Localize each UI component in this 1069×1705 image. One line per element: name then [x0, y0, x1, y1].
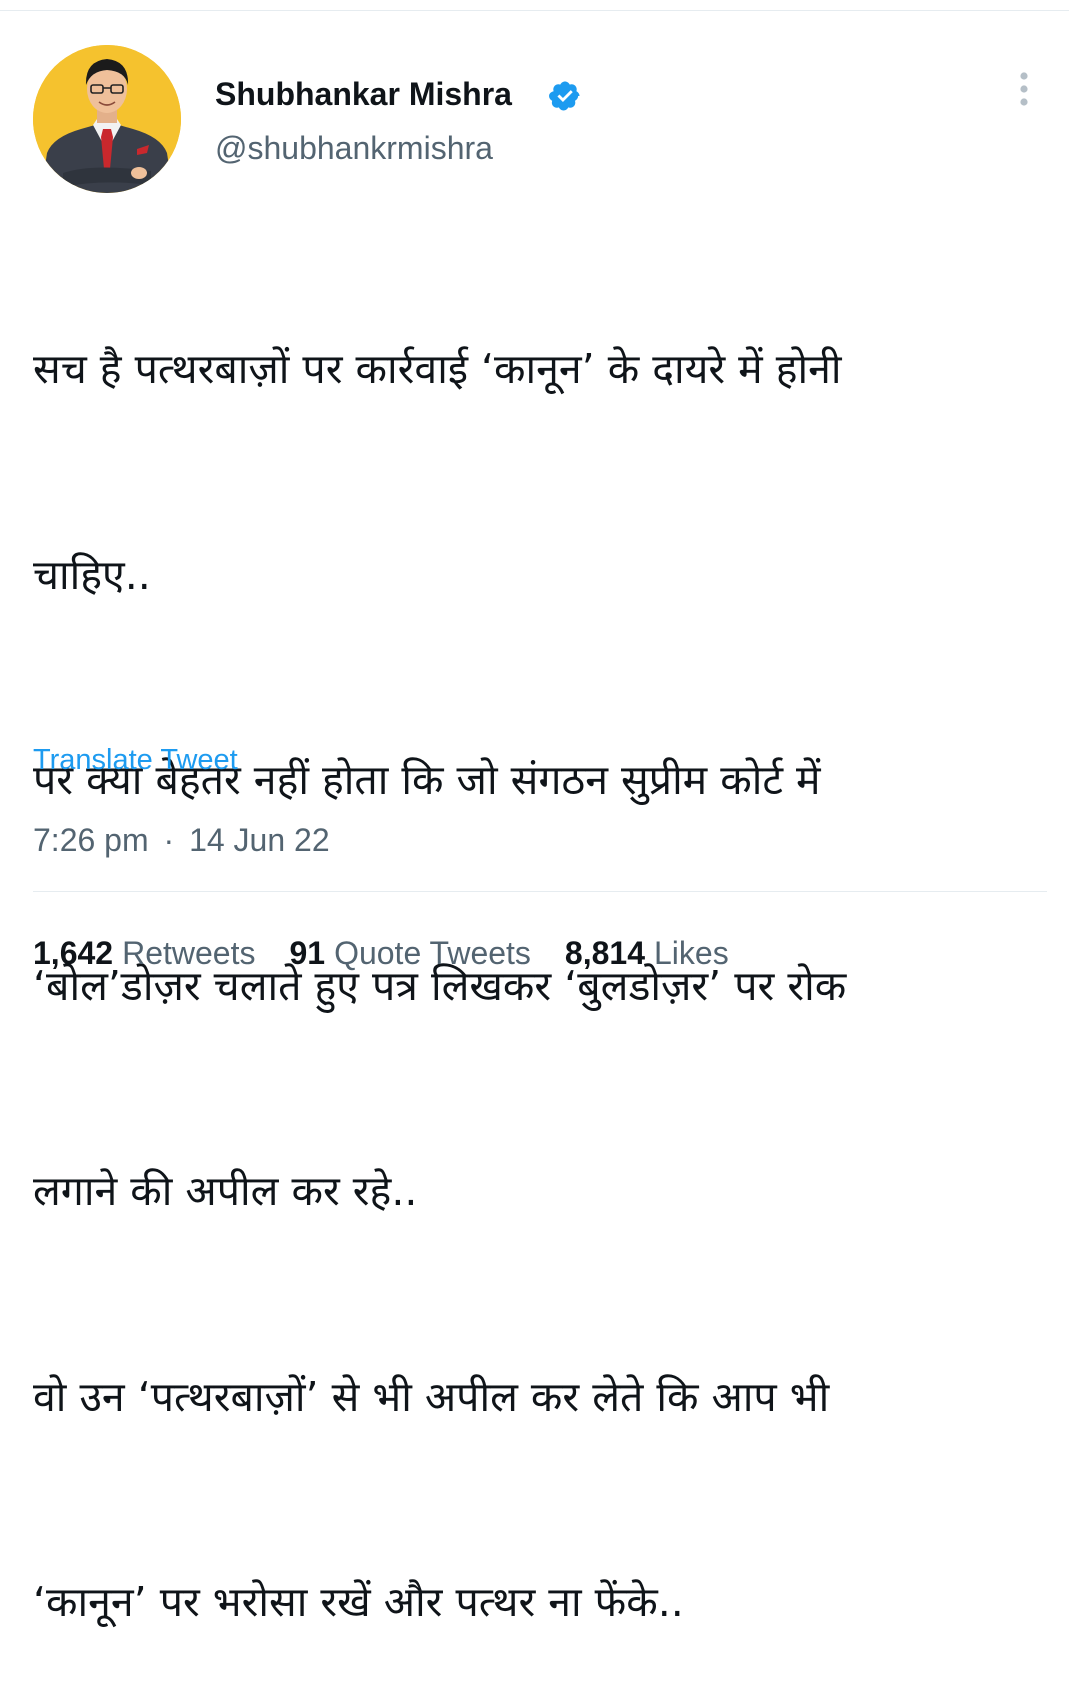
retweets-count: 1,642 — [33, 935, 114, 971]
tweet-line: चाहिए.. — [33, 550, 151, 599]
more-vertical-icon[interactable] — [1010, 68, 1038, 112]
stats-divider — [33, 891, 1047, 892]
retweets-stat[interactable]: 1,642 Retweets — [33, 933, 255, 973]
tweet-date: 14 Jun 22 — [189, 822, 330, 858]
translate-tweet-link[interactable]: Translate Tweet — [33, 742, 238, 778]
likes-label: Likes — [654, 935, 729, 971]
likes-count: 8,814 — [564, 935, 645, 971]
author-name[interactable]: Shubhankar Mishra — [215, 74, 512, 114]
top-divider — [0, 10, 1069, 11]
likes-stat[interactable]: 8,814 Likes — [565, 933, 729, 973]
tweet-timestamp[interactable]: 7:26 pm · 14 Jun 22 — [33, 820, 330, 860]
avatar[interactable] — [33, 45, 181, 193]
tweet-line: लगाने की अपील कर रहे.. — [33, 1167, 418, 1215]
author-handle[interactable]: @shubhankrmishra — [215, 128, 493, 168]
quote-tweets-label: Quote Tweets — [334, 935, 531, 971]
verified-badge-icon — [549, 81, 580, 111]
avatar-image — [33, 45, 181, 193]
tweet-time: 7:26 pm — [33, 822, 149, 858]
tweet-line: सच है पत्थरबाज़ों पर कार्रवाई ‘कानून’ के… — [33, 345, 842, 393]
retweets-label: Retweets — [122, 935, 256, 971]
tweet-line: ‘कानून’ पर भरोसा रखें और पत्थर ना फेंके.… — [33, 1578, 684, 1626]
quote-tweets-count: 91 — [289, 935, 326, 971]
timestamp-separator: · — [163, 822, 175, 858]
tweet-line: वो उन ‘पत्थरबाज़ों’ से भी अपील कर लेते क… — [33, 1372, 830, 1421]
quote-tweets-stat[interactable]: 91 Quote Tweets — [289, 933, 530, 973]
tweet-stats: 1,642 Retweets 91 Quote Tweets 8,814 Likes — [33, 933, 763, 973]
